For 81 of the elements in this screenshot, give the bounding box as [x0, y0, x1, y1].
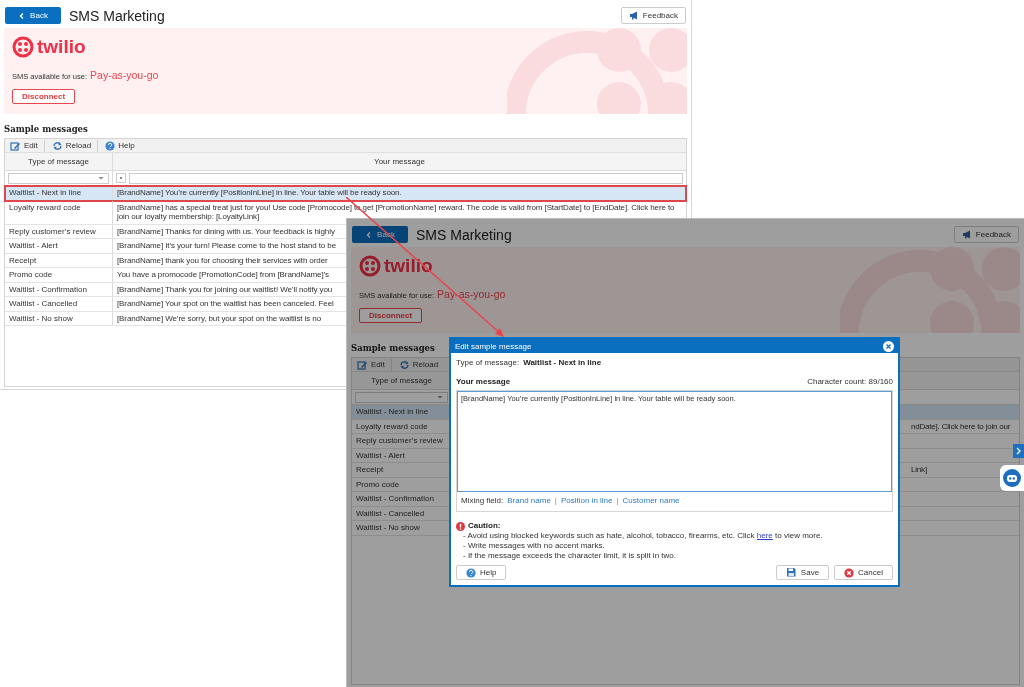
warning-icon	[456, 521, 465, 531]
chevron-left-icon	[365, 230, 373, 239]
table-cell[interactable]: Waitlist - No show	[5, 311, 113, 325]
separator: |	[554, 496, 557, 505]
view-more-link[interactable]: here	[756, 531, 773, 540]
table-cell[interactable]: Waitlist - Next in line	[5, 186, 113, 200]
mixing-field-link[interactable]: Position in line	[560, 496, 613, 505]
table-cell-text: Link]	[910, 465, 928, 475]
feedback-button[interactable]: Feedback	[953, 226, 1019, 243]
filter-field[interactable]	[129, 172, 683, 184]
table-cell: You have a promocode [PromotionCode] from [BrandName]’s	[117, 270, 329, 279]
logo-mark-icon	[359, 255, 381, 277]
table-cell: [BrandName] You’re currently [PositionInLine] in line. Your table will be ready soon.	[117, 188, 402, 197]
table-cell: [BrandName] We’re sorry, but your spot on the waitlist is no	[117, 313, 322, 323]
table-cell-text: ndDate]. Click here to join our	[910, 421, 1012, 431]
mixing-label: Mixing field:	[461, 496, 504, 505]
caution-text: - Avoid using blocked keywords such as hate, alcohol, tobacco, firearms, etc. Click here to view more.	[462, 531, 824, 541]
plan-name: Pay-as-you-go	[90, 69, 159, 81]
mixing-field-link[interactable]: Customer name	[622, 496, 680, 505]
help-icon	[466, 567, 476, 578]
help-icon	[105, 140, 116, 151]
page-title: SMS Marketing	[69, 7, 165, 24]
separator: |	[616, 496, 619, 505]
logo-wordmark: twilio	[37, 36, 86, 58]
table-cell[interactable]: Waitlist - Cancelled	[5, 297, 113, 311]
caret-down-icon	[437, 395, 443, 399]
close-button[interactable]	[883, 340, 894, 352]
edit-icon	[357, 359, 368, 370]
help-button[interactable]: Help	[456, 565, 507, 580]
back-button[interactable]: Back	[5, 7, 61, 24]
chevron-left-icon	[18, 11, 26, 20]
table-cell: [BrandName] It’s your turn! Please come to the host stand to be	[117, 241, 336, 250]
cancel-icon	[844, 567, 855, 578]
column-header: Your message	[373, 156, 426, 168]
type-value: Waitlist - Next in line	[523, 358, 602, 367]
message-label: Your message	[456, 377, 511, 386]
toolbar-button[interactable]: Edit	[355, 358, 391, 371]
section-title: Sample messages	[351, 343, 435, 353]
character-count: Character count: 89/160	[807, 377, 893, 386]
side-panel-tab[interactable]	[1013, 444, 1024, 458]
table-cell[interactable]: Waitlist - Alert	[5, 239, 113, 253]
table-cell[interactable]: Loyalty reward code	[5, 200, 113, 224]
mixing-field-link[interactable]: Brand name	[507, 496, 551, 505]
toolbar-button[interactable]: Edit	[8, 139, 44, 152]
table-cell: [BrandName] Thank you for joining our waitlist! We’ll notify you	[117, 284, 333, 294]
megaphone-icon	[961, 229, 972, 240]
cancel-button[interactable]: Cancel	[834, 565, 893, 580]
caution-text: - If the message exceeds the character limit, it is split in two.	[462, 551, 677, 561]
logo-mark-icon	[12, 36, 34, 58]
caution-title: Caution:	[468, 521, 501, 531]
feedback-button[interactable]: Feedback	[620, 7, 686, 24]
table-cell: [BrandName] thank you for choosing their services with order	[117, 255, 328, 265]
disconnect-button[interactable]: Disconnect	[359, 308, 423, 323]
toolbar-button[interactable]: Reload	[390, 358, 445, 371]
table-cell[interactable]: Waitlist - Confirmation	[5, 282, 113, 296]
save-button[interactable]: Save	[775, 565, 830, 580]
table-cell: [BrandName] Thanks for dining with us. Your feedback is highly	[117, 226, 335, 236]
toolbar-button[interactable]: Reload	[43, 139, 98, 152]
page-title: SMS Marketing	[416, 226, 512, 243]
table-cell[interactable]: Promo code	[5, 268, 113, 282]
close-icon	[883, 340, 894, 352]
chatbot-button[interactable]	[1000, 465, 1024, 491]
chevron-right-icon	[1015, 447, 1022, 455]
filter-mode-icon	[116, 173, 126, 183]
caret-down-icon	[98, 176, 104, 180]
table-cell[interactable]: Receipt	[5, 253, 113, 267]
reload-icon	[51, 140, 63, 151]
megaphone-icon	[628, 10, 639, 21]
column-header: Type of message	[5, 153, 113, 170]
save-icon	[785, 567, 797, 578]
table-cell: [BrandName] Your spot on the waitlist has been canceled. Feel	[117, 299, 334, 308]
disconnect-button[interactable]: Disconnect	[12, 89, 76, 104]
robot-icon	[1003, 469, 1021, 487]
type-label: Type of message:	[456, 358, 520, 367]
section-title: Sample messages	[4, 124, 88, 134]
table-cell[interactable]: Reply customer’s review	[5, 224, 113, 238]
reload-icon	[398, 359, 410, 370]
caution-text: - Write messages with no accent marks.	[462, 541, 606, 551]
toolbar-button[interactable]: Help	[97, 139, 141, 152]
dialog-title: Edit sample message	[455, 341, 532, 351]
edit-icon	[10, 140, 21, 151]
